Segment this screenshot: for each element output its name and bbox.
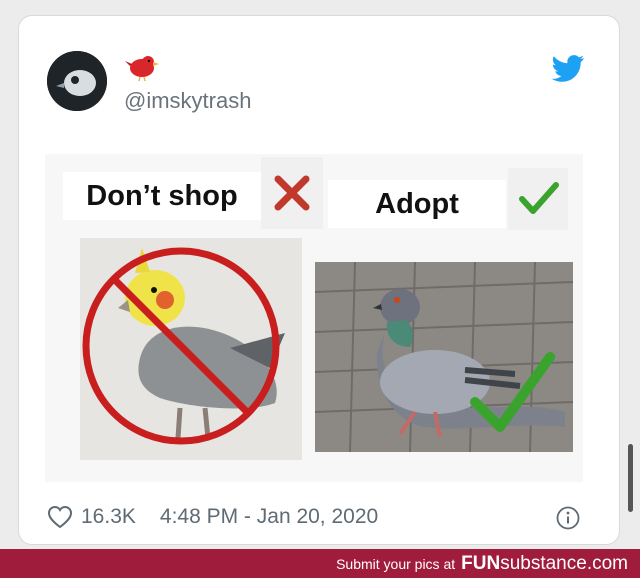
watermark-bar: Submit your pics at FUN substance.com	[0, 549, 640, 578]
x-icon	[261, 157, 323, 229]
tweet-card: @imskytrash Don’t shop Adopt 16.3K 4:48 …	[18, 15, 620, 545]
pigeon-photo	[315, 262, 573, 452]
cockatiel-photo	[80, 238, 302, 460]
meme-image: Don’t shop Adopt	[45, 154, 583, 482]
heart-icon[interactable]	[47, 505, 73, 529]
user-handle[interactable]: @imskytrash	[124, 88, 251, 114]
check-icon	[508, 168, 568, 230]
tweet-footer: 16.3K 4:48 PM - Jan 20, 2020	[47, 502, 378, 532]
like-count: 16.3K	[81, 505, 136, 528]
watermark-brand-bold: FUN	[461, 552, 501, 574]
dont-shop-label: Don’t shop	[63, 172, 261, 220]
tweet-timestamp[interactable]: 4:48 PM - Jan 20, 2020	[160, 505, 378, 529]
avatar[interactable]	[47, 51, 107, 111]
watermark-prefix: Submit your pics at	[336, 555, 456, 572]
twitter-logo-icon[interactable]	[552, 54, 584, 82]
info-icon[interactable]	[556, 506, 580, 530]
scrollbar[interactable]	[628, 444, 633, 512]
red-bird-emoji-icon	[125, 56, 159, 82]
watermark-brand-rest: substance.com	[500, 552, 628, 574]
adopt-label: Adopt	[328, 180, 506, 228]
